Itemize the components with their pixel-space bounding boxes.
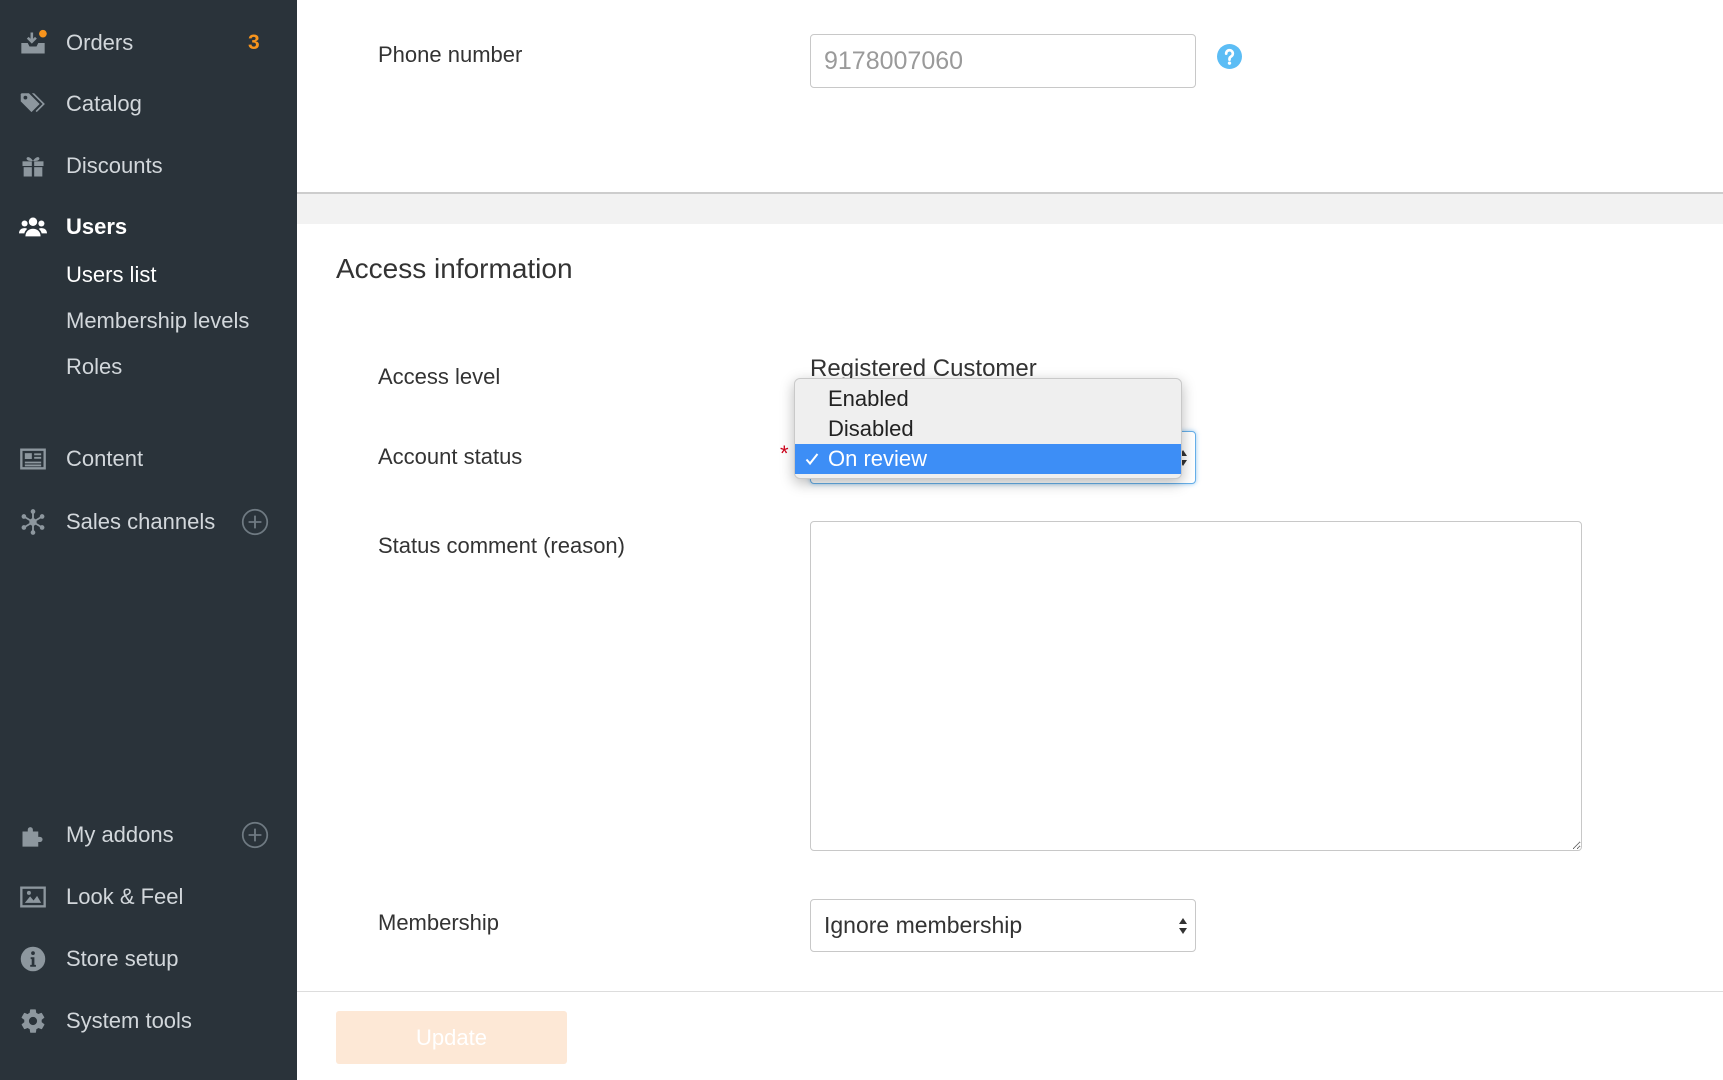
sidebar-item-label: Discounts xyxy=(66,153,163,178)
dropdown-option-on-review[interactable]: On review xyxy=(795,444,1181,474)
image-icon xyxy=(19,883,47,911)
gift-icon xyxy=(19,152,47,180)
sidebar-subitem-roles[interactable]: Roles xyxy=(66,347,122,387)
sidebar-item-label: Store setup xyxy=(66,946,179,971)
status-comment-textarea[interactable] xyxy=(810,521,1582,851)
section-heading-access-information: Access information xyxy=(336,253,573,284)
orders-count-badge: 3 xyxy=(248,31,260,54)
update-button[interactable]: Update xyxy=(336,1011,567,1064)
sidebar-item-label: Content xyxy=(66,446,144,471)
sidebar-item-my-addons[interactable]: My addons xyxy=(0,812,297,858)
sidebar-item-sales-channels[interactable]: Sales channels xyxy=(0,499,297,545)
sidebar-item-look-and-feel[interactable]: Look & Feel xyxy=(0,874,297,920)
access-level-label: Access level xyxy=(378,364,501,389)
users-icon xyxy=(19,213,47,241)
required-asterisk: * xyxy=(780,441,789,466)
sidebar-item-orders[interactable]: Orders 3 xyxy=(0,20,297,66)
footer-divider xyxy=(297,991,1723,992)
gear-icon xyxy=(19,1007,47,1035)
phone-number-label: Phone number xyxy=(378,42,523,67)
membership-select-value: Ignore membership xyxy=(824,912,1023,938)
sidebar-subitem-users-list[interactable]: Users list xyxy=(66,255,156,295)
sidebar-item-label: Sales channels xyxy=(66,509,216,534)
sidebar-item-label: My addons xyxy=(66,822,174,847)
account-status-label: Account status xyxy=(378,444,523,469)
sidebar-item-discounts[interactable]: Discounts xyxy=(0,143,297,189)
option-label: On review xyxy=(828,446,928,471)
select-arrows-icon xyxy=(1178,917,1188,935)
add-addon-plus-circle-icon[interactable] xyxy=(241,821,269,849)
dropdown-option-enabled[interactable]: Enabled xyxy=(795,384,1181,414)
sidebar-item-label: Users xyxy=(66,214,128,239)
membership-select[interactable]: Ignore membership xyxy=(810,899,1196,952)
tags-icon xyxy=(19,90,47,118)
sidebar: Orders 3 Catalog Discounts Users Users l… xyxy=(0,0,297,1080)
sidebar-item-system-tools[interactable]: System tools xyxy=(0,998,297,1044)
status-comment-label: Status comment (reason) xyxy=(378,533,625,558)
sidebar-item-store-setup[interactable]: Store setup xyxy=(0,936,297,982)
option-label: Enabled xyxy=(828,386,909,411)
sidebar-item-label: Look & Feel xyxy=(66,884,184,909)
sidebar-item-catalog[interactable]: Catalog xyxy=(0,81,297,127)
checkmark-icon xyxy=(805,452,819,466)
option-label: Disabled xyxy=(828,416,914,441)
question-circle-icon[interactable] xyxy=(1217,44,1242,69)
phone-number-input[interactable] xyxy=(810,34,1196,88)
section-divider xyxy=(297,192,1723,224)
membership-label: Membership xyxy=(378,910,500,935)
account-status-dropdown-menu: Enabled Disabled On review xyxy=(794,378,1182,479)
add-sales-channel-plus-circle-icon[interactable] xyxy=(241,508,269,536)
sidebar-item-label: Orders xyxy=(66,30,134,55)
newspaper-icon xyxy=(19,445,47,473)
sidebar-item-users[interactable]: Users xyxy=(0,204,297,250)
dropdown-option-disabled[interactable]: Disabled xyxy=(795,414,1181,444)
info-icon xyxy=(19,945,47,973)
network-icon xyxy=(19,508,47,536)
orders-icon xyxy=(19,29,47,57)
sidebar-item-label: System tools xyxy=(66,1008,192,1033)
sidebar-item-content[interactable]: Content xyxy=(0,436,297,482)
puzzle-icon xyxy=(19,821,47,849)
sidebar-subitem-membership-levels[interactable]: Membership levels xyxy=(66,301,249,341)
sidebar-item-label: Catalog xyxy=(66,91,142,116)
